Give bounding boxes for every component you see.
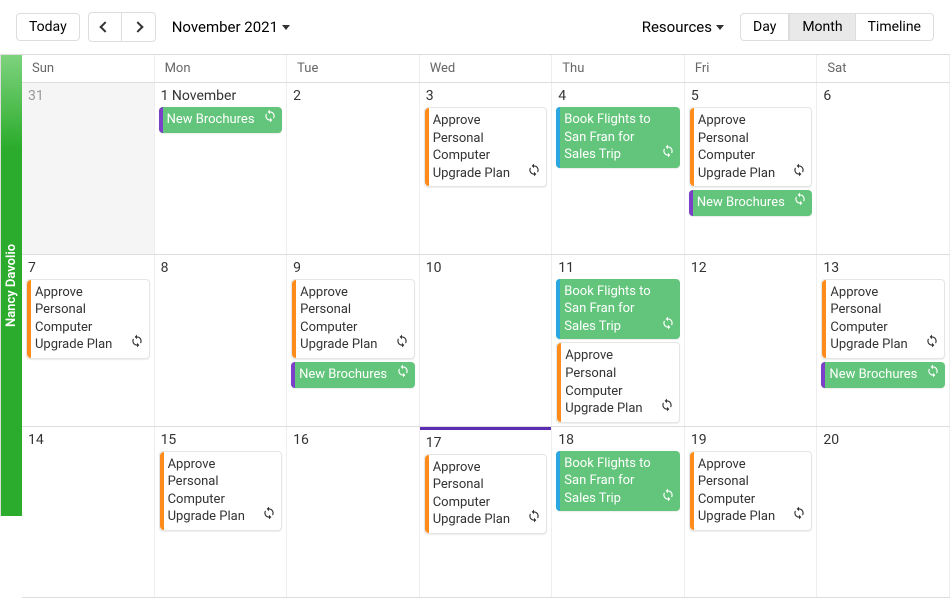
day-cell[interactable]: 15 Approve Personal Computer Upgrade Pla… [155,427,288,598]
event-brochures[interactable]: New Brochures [291,362,415,388]
day-cell[interactable]: 7 Approve Personal Computer Upgrade Plan [22,255,155,426]
recurring-icon [793,192,807,212]
category-stripe [159,107,163,133]
next-button[interactable] [122,12,156,42]
view-switch: Day Month Timeline [740,13,934,41]
category-stripe [27,280,31,358]
recurring-icon [661,488,675,508]
calendar-toolbar: Today November 2021 Resources Day Month … [0,0,950,54]
caret-down-icon [716,25,724,30]
event-approve[interactable]: Approve Personal Computer Upgrade Plan [424,107,548,187]
category-stripe [292,280,296,358]
day-cell[interactable]: 9 Approve Personal Computer Upgrade Plan… [287,255,420,426]
current-month-label: November 2021 [172,18,278,36]
today-indicator [420,427,552,430]
day-cell[interactable]: 16 [287,427,420,598]
category-stripe [556,279,560,340]
event-approve[interactable]: Approve Personal Computer Upgrade Plan [689,107,813,187]
day-cell[interactable]: 18 Book Flights to San Fran for Sales Tr… [552,427,685,598]
weekday: Wed [420,55,553,82]
category-stripe [425,455,429,533]
event-approve[interactable]: Approve Personal Computer Upgrade Plan [821,279,945,359]
weekday: Fri [685,55,818,82]
weekday: Tue [287,55,420,82]
recurring-icon [660,398,674,418]
event-approve[interactable]: Approve Personal Computer Upgrade Plan [689,451,813,531]
week-row: 31 1 November New Brochures 2 3 Approve … [22,83,950,255]
category-stripe [160,452,164,530]
category-stripe [291,362,295,388]
weekday: Sun [22,55,155,82]
category-stripe [690,452,694,530]
day-cell[interactable]: 8 [155,255,288,426]
recurring-icon [395,334,409,354]
view-month-button[interactable]: Month [789,13,855,41]
nav-group [88,12,156,42]
category-stripe [556,107,560,168]
prev-button[interactable] [88,12,122,42]
event-flights[interactable]: Book Flights to San Fran for Sales Trip [556,279,680,340]
week-row: 7 Approve Personal Computer Upgrade Plan… [22,255,950,427]
recurring-icon [925,334,939,354]
view-day-button[interactable]: Day [740,13,789,41]
category-stripe [822,280,826,358]
category-stripe [425,108,429,186]
recurring-icon [263,109,277,129]
day-cell[interactable]: 17 Approve Personal Computer Upgrade Pla… [420,427,553,598]
resources-dropdown[interactable]: Resources [634,13,732,41]
recurring-icon [527,163,541,183]
weekday: Thu [552,55,685,82]
day-cell[interactable]: 13 Approve Personal Computer Upgrade Pla… [817,255,950,426]
event-brochures[interactable]: New Brochures [821,362,945,388]
recurring-icon [130,334,144,354]
recurring-icon [926,364,940,384]
day-cell[interactable]: 11 Book Flights to San Fran for Sales Tr… [552,255,685,426]
recurring-icon [527,509,541,529]
event-brochures[interactable]: New Brochures [689,190,813,216]
recurring-icon [396,364,410,384]
category-stripe [556,451,560,512]
day-cell[interactable]: 12 [685,255,818,426]
category-stripe [689,190,693,216]
event-flights[interactable]: Book Flights to San Fran for Sales Trip [556,451,680,512]
day-cell[interactable]: 19 Approve Personal Computer Upgrade Pla… [685,427,818,598]
week-row: 14 15 Approve Personal Computer Upgrade … [22,427,950,598]
category-stripe [557,343,561,421]
weekday: Mon [155,55,288,82]
event-approve[interactable]: Approve Personal Computer Upgrade Plan [159,451,283,531]
category-stripe [821,362,825,388]
weekday-header: Sun Mon Tue Wed Thu Fri Sat [22,55,950,83]
day-cell[interactable]: 2 [287,83,420,254]
day-cell[interactable]: 31 [22,83,155,254]
recurring-icon [262,506,276,526]
weekday: Sat [817,55,950,82]
event-approve[interactable]: Approve Personal Computer Upgrade Plan [26,279,150,359]
date-picker-button[interactable]: November 2021 [164,13,298,41]
day-cell[interactable]: 1 November New Brochures [155,83,288,254]
day-cell[interactable]: 4 Book Flights to San Fran for Sales Tri… [552,83,685,254]
resource-label: Nancy Davolio [0,55,22,516]
view-timeline-button[interactable]: Timeline [856,13,934,41]
day-cell[interactable]: 5 Approve Personal Computer Upgrade Plan… [685,83,818,254]
day-cell[interactable]: 20 [817,427,950,598]
event-brochures[interactable]: New Brochures [159,107,283,133]
recurring-icon [661,316,675,336]
day-cell[interactable]: 14 [22,427,155,598]
day-cell[interactable]: 10 [420,255,553,426]
chevron-right-icon [133,21,144,32]
today-button[interactable]: Today [16,13,80,41]
day-cell[interactable]: 6 [817,83,950,254]
recurring-icon [792,506,806,526]
recurring-icon [792,163,806,183]
calendar: Nancy Davolio Sun Mon Tue Wed Thu Fri Sa… [0,54,950,516]
caret-down-icon [282,25,290,30]
event-flights[interactable]: Book Flights to San Fran for Sales Trip [556,107,680,168]
recurring-icon [661,144,675,164]
category-stripe [690,108,694,186]
day-cell[interactable]: 3 Approve Personal Computer Upgrade Plan [420,83,553,254]
event-approve[interactable]: Approve Personal Computer Upgrade Plan [424,454,548,534]
chevron-left-icon [99,21,110,32]
event-approve[interactable]: Approve Personal Computer Upgrade Plan [291,279,415,359]
event-approve[interactable]: Approve Personal Computer Upgrade Plan [556,342,680,422]
